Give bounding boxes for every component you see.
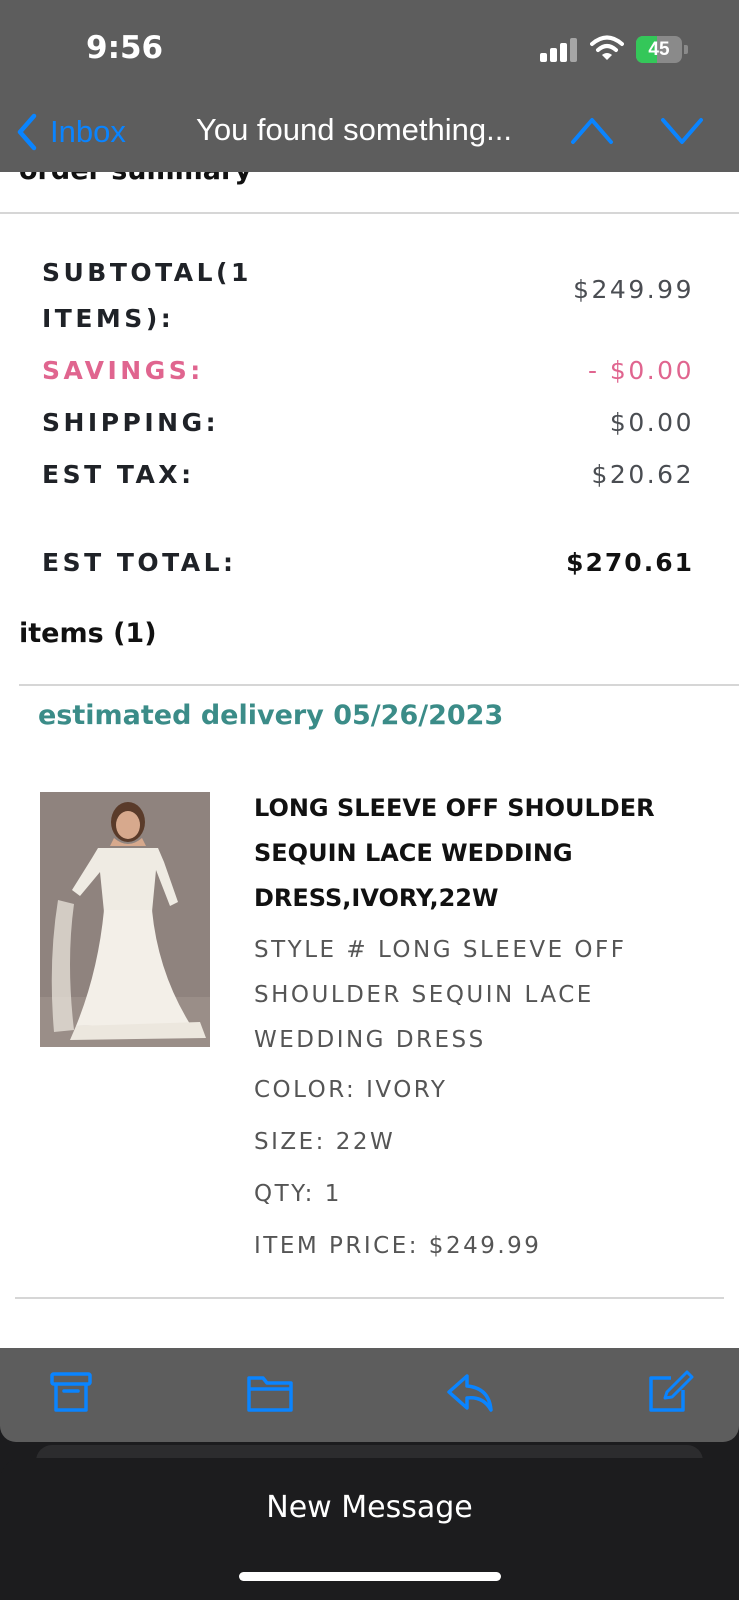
folder-icon[interactable] [245,1370,295,1416]
bottom-toolbar [0,1348,739,1442]
battery-icon: 45 [636,36,688,63]
wifi-icon [590,35,624,60]
status-time: 9:56 [86,30,164,66]
inbox-back-button[interactable]: Inbox [14,110,126,154]
chevron-left-icon [17,113,37,151]
shipping-value: $0.00 [609,408,694,437]
new-message-label: New Message [266,1490,473,1525]
product-image[interactable] [40,792,210,1047]
product-color: COLOR: IVORY [254,1077,448,1103]
tax-label: EST TAX: [42,460,195,489]
divider [0,212,739,214]
total-value: $270.61 [566,548,694,577]
product-qty: QTY: 1 [254,1181,342,1207]
email-body[interactable]: order summary SUBTOTAL(1 ITEMS): $249.99… [0,160,739,1348]
tax-value: $20.62 [591,460,694,489]
cellular-signal-icon [540,38,578,62]
divider [19,684,739,686]
estimated-delivery: estimated delivery 05/26/2023 [38,700,504,731]
product-size: SIZE: 22W [254,1129,396,1155]
product-price: ITEM PRICE: $249.99 [254,1233,542,1259]
savings-label: SAVINGS: [42,356,204,385]
subtotal-label-line2: ITEMS): [42,304,175,333]
divider [15,1297,724,1299]
product-style: STYLE # LONG SLEEVE OFF SHOULDER SEQUIN … [254,937,627,1053]
reply-icon[interactable] [445,1370,495,1416]
subtotal-value: $249.99 [573,275,694,304]
shipping-label: SHIPPING: [42,408,220,437]
subtotal-label-line1: SUBTOTAL(1 [42,258,252,287]
total-label: EST TOTAL: [42,548,237,577]
product-name[interactable]: LONG SLEEVE OFF SHOULDER SEQUIN LACE WED… [254,786,684,921]
compose-icon[interactable] [645,1370,695,1416]
header: 9:56 45 Inbox You found something... [0,0,739,172]
home-indicator[interactable] [239,1572,501,1581]
chevron-down-icon[interactable] [660,114,704,146]
inbox-back-label: Inbox [50,114,126,149]
battery-percent: 45 [648,39,670,60]
wedding-dress-photo [40,792,210,1047]
savings-value: - $0.00 [587,356,694,385]
items-heading: items (1) [19,618,157,649]
email-subject-title: You found something... [196,112,512,147]
archive-icon[interactable] [46,1370,96,1416]
chevron-up-icon[interactable] [570,114,614,146]
